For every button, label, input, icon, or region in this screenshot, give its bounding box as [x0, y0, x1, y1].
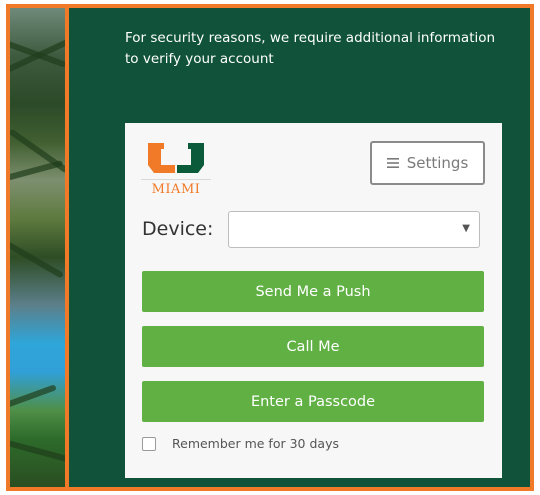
settings-button[interactable]: Settings: [370, 141, 485, 185]
u-logo-icon: [148, 143, 204, 173]
page-frame: For security reasons, we require additio…: [6, 4, 534, 491]
remember-me: Remember me for 30 days: [142, 436, 339, 451]
logo-wordmark: MIAMI: [141, 179, 211, 197]
device-label: Device:: [142, 218, 214, 240]
auth-card: MIAMI Settings Device: ▼ Send Me a Push …: [125, 123, 502, 478]
hamburger-icon: [386, 158, 399, 168]
photo-divider: [65, 8, 69, 487]
intro-line-1: For security reasons, we require additio…: [125, 30, 496, 46]
call-me-button[interactable]: Call Me: [142, 326, 484, 367]
miami-logo: MIAMI: [141, 139, 211, 199]
palm-tree-photo: [10, 8, 65, 487]
device-select[interactable]: ▼: [228, 211, 480, 248]
remember-me-label: Remember me for 30 days: [172, 436, 339, 451]
enter-passcode-button[interactable]: Enter a Passcode: [142, 381, 484, 422]
settings-label: Settings: [406, 154, 469, 172]
chevron-down-icon: ▼: [462, 223, 470, 234]
intro-line-2: to verify your account: [125, 51, 274, 67]
remember-me-checkbox[interactable]: [142, 436, 156, 451]
send-push-button[interactable]: Send Me a Push: [142, 271, 484, 312]
intro-text: For security reasons, we require additio…: [125, 28, 525, 70]
device-row: Device: ▼: [142, 211, 485, 249]
